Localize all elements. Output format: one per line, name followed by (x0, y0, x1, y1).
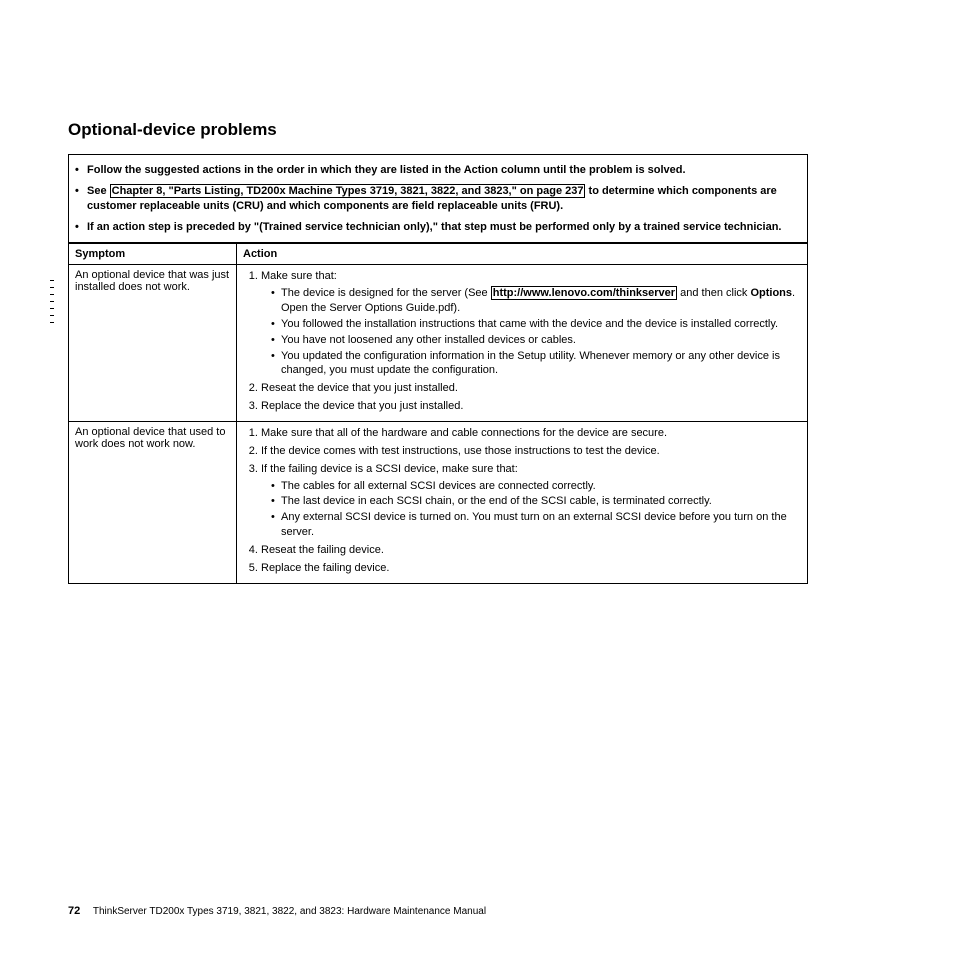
section-heading: Optional-device problems (68, 120, 888, 140)
table-header-row: Symptom Action (69, 244, 808, 265)
list-item: If the failing device is a SCSI device, … (261, 462, 801, 540)
list-item: You followed the installation instructio… (271, 317, 801, 332)
action-cell: Make sure that all of the hardware and c… (237, 421, 808, 583)
list-item: The cables for all external SCSI devices… (271, 479, 801, 494)
symptom-cell: An optional device that used to work doe… (69, 421, 237, 583)
list-item: You updated the configuration informatio… (271, 349, 801, 379)
list-item: Make sure that all of the hardware and c… (261, 426, 801, 441)
revision-change-bars (50, 280, 54, 324)
note-item: See Chapter 8, "Parts Listing, TD200x Ma… (75, 184, 797, 214)
action-bold: Options (750, 287, 792, 299)
note-text: See (87, 185, 110, 197)
page-number: 72 (68, 905, 80, 917)
table-row: An optional device that used to work doe… (69, 421, 808, 583)
table-row: An optional device that was just install… (69, 265, 808, 422)
list-item: Reseat the device that you just installe… (261, 381, 801, 396)
column-header-action: Action (237, 244, 808, 265)
action-text: Make sure that: (261, 270, 337, 282)
action-text: and then click (677, 287, 750, 299)
troubleshooting-table: Symptom Action An optional device that w… (68, 243, 808, 583)
list-item: Reseat the failing device. (261, 543, 801, 558)
list-item: Replace the failing device. (261, 561, 801, 576)
note-item: Follow the suggested actions in the orde… (75, 163, 797, 178)
action-text: The device is designed for the server (S… (281, 287, 491, 299)
symptom-cell: An optional device that was just install… (69, 265, 237, 422)
action-text: If the failing device is a SCSI device, … (261, 463, 518, 475)
list-item: Replace the device that you just install… (261, 399, 801, 414)
cross-reference-link[interactable]: Chapter 8, "Parts Listing, TD200x Machin… (110, 184, 586, 198)
action-cell: Make sure that: The device is designed f… (237, 265, 808, 422)
page-footer: 72 ThinkServer TD200x Types 3719, 3821, … (68, 905, 486, 917)
list-item: If the device comes with test instructio… (261, 444, 801, 459)
external-link[interactable]: http://www.lenovo.com/thinkserver (491, 286, 677, 300)
document-title: ThinkServer TD200x Types 3719, 3821, 382… (93, 906, 486, 917)
column-header-symptom: Symptom (69, 244, 237, 265)
page-content: Optional-device problems Follow the sugg… (68, 120, 888, 584)
list-item: You have not loosened any other installe… (271, 333, 801, 348)
note-item: If an action step is preceded by "(Train… (75, 220, 797, 235)
list-item: Make sure that: The device is designed f… (261, 269, 801, 378)
list-item: Any external SCSI device is turned on. Y… (271, 510, 801, 540)
list-item: The last device in each SCSI chain, or t… (271, 494, 801, 509)
instruction-notes: Follow the suggested actions in the orde… (68, 154, 808, 243)
list-item: The device is designed for the server (S… (271, 286, 801, 316)
